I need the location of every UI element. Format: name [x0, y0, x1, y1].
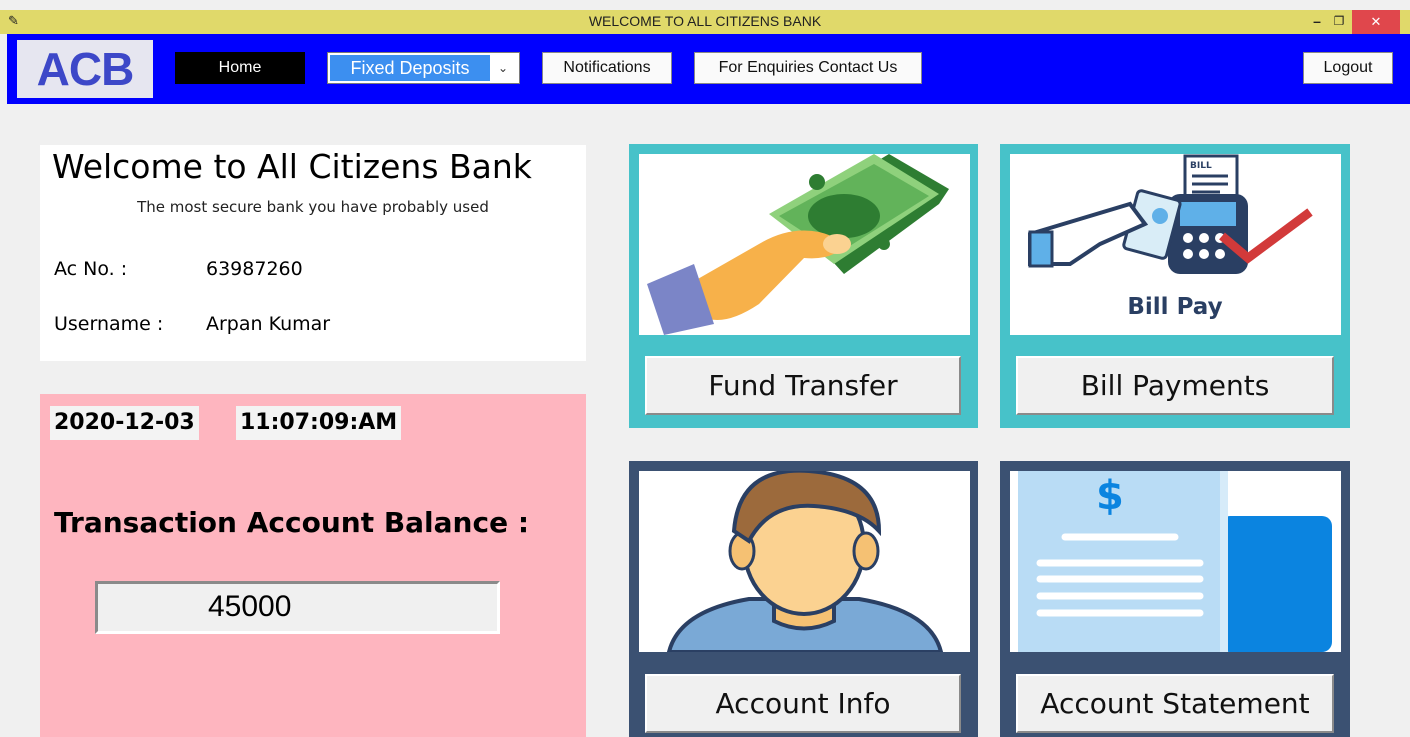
home-button[interactable]: Home [175, 52, 305, 84]
bill-receipt-label: BILL [1190, 161, 1212, 171]
username-value: Arpan Kumar [206, 313, 331, 335]
balance-label: Transaction Account Balance : [54, 506, 530, 539]
welcome-panel: Welcome to All Citizens Bank The most se… [40, 145, 586, 361]
account-info-image [639, 471, 970, 652]
welcome-title: Welcome to All Citizens Bank [52, 147, 532, 186]
bill-payments-image: BILL Bill Pay [1010, 154, 1341, 335]
notifications-button[interactable]: Notifications [542, 52, 672, 84]
balance-value: 45000 [208, 590, 292, 623]
chevron-down-icon[interactable]: ⌄ [490, 61, 516, 75]
statement-document-icon: $ [1018, 471, 1332, 652]
window-title: WELCOME TO ALL CITIZENS BANK [588, 13, 822, 29]
account-info-button[interactable]: Account Info [645, 674, 961, 733]
minimize-button[interactable]: – [1306, 10, 1328, 34]
username-label: Username : [54, 313, 164, 335]
logout-button[interactable]: Logout [1303, 52, 1393, 84]
account-info-tile: Account Info [629, 461, 978, 737]
account-statement-tile: $ Account Statement [1000, 461, 1350, 737]
account-statement-image: $ [1010, 471, 1341, 652]
account-statement-button[interactable]: Account Statement [1016, 674, 1334, 733]
top-navbar: ACB Home Fixed Deposits ⌄ Notifications … [7, 34, 1410, 104]
current-date: 2020-12-03 [50, 406, 199, 440]
window-titlebar: ✎ WELCOME TO ALL CITIZENS BANK – ❐ ✕ [0, 10, 1410, 34]
close-button[interactable]: ✕ [1352, 10, 1400, 34]
fixed-deposits-dropdown[interactable]: Fixed Deposits ⌄ [327, 52, 520, 84]
bill-payments-button[interactable]: Bill Payments [1016, 356, 1334, 415]
fixed-deposits-selected: Fixed Deposits [330, 55, 490, 81]
balance-panel: 2020-12-03 11:07:09:AM Transaction Accou… [40, 394, 586, 737]
fund-transfer-button[interactable]: Fund Transfer [645, 356, 961, 415]
current-time: 11:07:09:AM [236, 406, 402, 440]
fund-transfer-image [639, 154, 970, 335]
welcome-subtitle: The most secure bank you have probably u… [137, 198, 489, 216]
account-number-label: Ac No. : [54, 258, 128, 280]
bill-pay-icon: BILL Bill Pay [1028, 154, 1313, 320]
svg-text:$: $ [1096, 473, 1124, 519]
maximize-button[interactable]: ❐ [1328, 10, 1350, 34]
account-number-value: 63987260 [206, 258, 303, 280]
fund-transfer-tile: Fund Transfer [629, 144, 978, 428]
user-avatar-icon [666, 471, 944, 652]
logo-text: ACB [36, 43, 135, 95]
cash-hand-icon [647, 154, 949, 335]
bill-pay-caption: Bill Pay [1127, 294, 1222, 320]
bill-payments-tile: BILL Bill Pay Bill Payments [1000, 144, 1350, 428]
balance-field: 45000 [95, 581, 500, 634]
bank-logo: ACB [17, 40, 153, 98]
enquiries-button[interactable]: For Enquiries Contact Us [694, 52, 922, 84]
